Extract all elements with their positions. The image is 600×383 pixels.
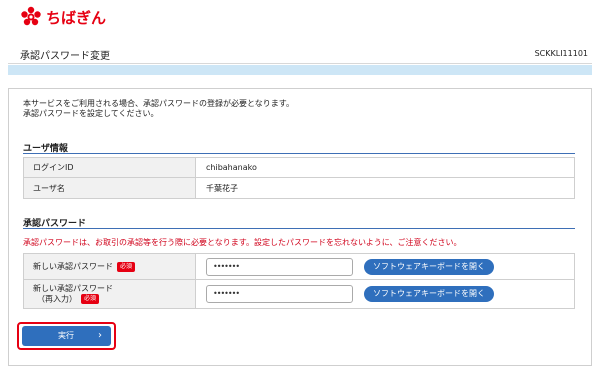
confirm-password-label-text: 新しい承認パスワード: [33, 283, 113, 293]
new-password-label: 新しい承認パスワード 必須: [23, 253, 196, 280]
intro-line: 承認パスワードを設定してください。: [23, 109, 159, 118]
new-password-label-text: 新しい承認パスワード: [33, 262, 113, 271]
header-strip: [8, 65, 592, 75]
execute-label: 実行: [58, 331, 74, 340]
chevron-right-icon: ›: [98, 330, 102, 341]
intro-line: 本サービスをご利用される場合、承認パスワードの登録が必要となります。: [23, 99, 294, 108]
confirm-password-input[interactable]: •••••••: [206, 285, 353, 303]
login-id-label: ログインID: [23, 157, 196, 178]
table-row: ログインID chibahanako: [23, 157, 575, 178]
user-name-value: 千葉花子: [195, 177, 575, 199]
bank-logo[interactable]: ちばぎん: [20, 6, 106, 28]
software-keyboard-button[interactable]: ソフトウェアキーボードを開く: [364, 258, 494, 275]
required-badge: 必須: [81, 293, 100, 304]
section-divider: [23, 228, 575, 229]
login-id-value: chibahanako: [195, 157, 575, 178]
user-info-table: ログインID chibahanako ユーザ名 千葉花子: [23, 157, 575, 199]
intro-text: 本サービスをご利用される場合、承認パスワードの登録が必要となります。 承認パスワ…: [23, 99, 294, 119]
title-bar: 承認パスワード変更 SCKKLI11101: [8, 42, 592, 64]
execute-button[interactable]: 実行 ›: [22, 326, 111, 346]
user-name-label: ユーザ名: [23, 177, 196, 199]
table-row: 新しい承認パスワード （再入力） 必須 ••••••• ソフトウェアキーボードを開く: [23, 279, 575, 309]
page-title: 承認パスワード変更: [20, 51, 110, 62]
confirm-password-cell: ••••••• ソフトウェアキーボードを開く: [195, 279, 575, 309]
confirm-password-label-sub: （再入力） 必須: [33, 293, 195, 305]
header: ちばぎん: [0, 0, 600, 40]
screen-id: SCKKLI11101: [534, 49, 588, 58]
password-table: 新しい承認パスワード 必須 ••••••• ソフトウェアキーボードを開く 新しい承認…: [23, 253, 575, 309]
required-badge: 必須: [117, 261, 136, 272]
section-divider: [23, 153, 575, 154]
password-warning: 承認パスワードは、お取引の承認等を行う際に必要となります。設定したパスワードを忘…: [23, 238, 462, 247]
software-keyboard-button[interactable]: ソフトウェアキーボードを開く: [364, 286, 494, 302]
table-row: ユーザ名 千葉花子: [23, 177, 575, 199]
new-password-cell: ••••••• ソフトウェアキーボードを開く: [195, 253, 575, 280]
new-password-input[interactable]: •••••••: [206, 257, 353, 276]
table-row: 新しい承認パスワード 必須 ••••••• ソフトウェアキーボードを開く: [23, 253, 575, 280]
confirm-password-label-sub-text: （再入力）: [37, 294, 77, 304]
confirm-password-label: 新しい承認パスワード （再入力） 必須: [23, 279, 196, 309]
logo-text: ちばぎん: [46, 8, 107, 27]
chibagin-logo-icon: [21, 6, 41, 26]
